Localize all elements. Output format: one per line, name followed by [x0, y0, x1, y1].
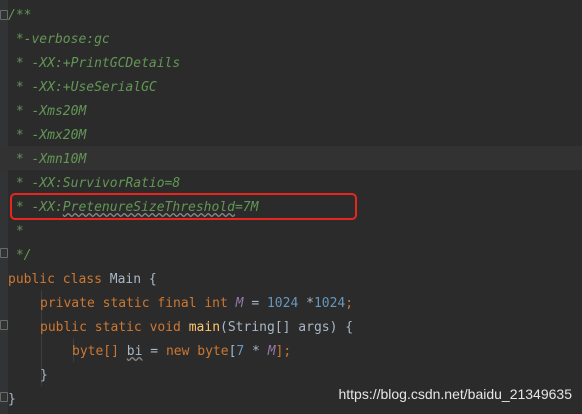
- keyword: public static void: [40, 320, 181, 335]
- code-line[interactable]: /**: [8, 4, 31, 28]
- doc-comment: * -Xmn10M: [8, 152, 87, 167]
- number: 1024: [266, 296, 299, 311]
- doc-comment: +PrintGCDetails: [62, 56, 181, 71]
- doc-comment: +UseSerialGC: [62, 80, 157, 95]
- field-name: M: [235, 296, 244, 311]
- doc-comment: /**: [8, 8, 32, 23]
- editor-gutter: [0, 0, 8, 414]
- watermark-text: https://blog.csdn.net/baidu_21349635: [338, 386, 572, 402]
- number: 7: [236, 344, 245, 359]
- operator: =: [251, 296, 260, 311]
- operator: *: [306, 296, 314, 311]
- code-line[interactable]: }: [8, 388, 16, 412]
- code-line-class-decl[interactable]: public class Main {: [8, 268, 157, 292]
- brace: }: [8, 392, 16, 407]
- keyword: class: [62, 272, 102, 287]
- keyword: new: [165, 344, 190, 359]
- fold-marker-icon[interactable]: [0, 248, 8, 258]
- doc-comment: * -XX:SurvivorRatio=8: [8, 176, 181, 191]
- code-line[interactable]: */: [8, 244, 32, 268]
- operator: =: [150, 344, 159, 359]
- number: 1024: [313, 296, 346, 311]
- red-highlight-box: [10, 193, 357, 220]
- doc-comment: * -XX:: [8, 80, 63, 95]
- keyword: byte[]: [72, 344, 119, 359]
- keyword: private static final int: [40, 296, 228, 311]
- code-line[interactable]: * -Xmn10M: [8, 148, 86, 172]
- brace: {: [148, 272, 157, 287]
- fold-marker-icon[interactable]: [0, 320, 8, 330]
- doc-comment: * -Xmx20M: [8, 128, 87, 143]
- doc-comment: *-verbose:gc: [8, 32, 110, 47]
- method-params: (String[] args) {: [220, 320, 354, 335]
- doc-comment: * -XX:: [8, 56, 63, 71]
- variable-name: bi: [126, 344, 143, 359]
- keyword: byte: [197, 344, 229, 359]
- doc-comment: *: [8, 224, 24, 239]
- code-line[interactable]: *-verbose:gc: [8, 28, 110, 52]
- doc-comment: */: [8, 248, 32, 263]
- code-line[interactable]: * -XX:+UseSerialGC: [8, 76, 157, 100]
- code-line[interactable]: * -Xmx20M: [8, 124, 86, 148]
- fold-marker-icon[interactable]: [0, 10, 8, 20]
- code-line[interactable]: * -XX:+PrintGCDetails: [8, 52, 180, 76]
- fold-marker-icon[interactable]: [0, 392, 8, 402]
- code-editor[interactable]: /** *-verbose:gc * -XX:+PrintGCDetails *…: [0, 0, 582, 414]
- doc-comment: * -Xms20M: [8, 104, 87, 119]
- brace: }: [40, 368, 48, 383]
- bracket-semicolon: ];: [275, 344, 292, 359]
- operator: *: [252, 344, 260, 359]
- method-name: main: [188, 320, 221, 335]
- code-line[interactable]: *: [8, 220, 24, 244]
- code-line-statement[interactable]: byte[] bi = new byte[7 * M];: [72, 340, 291, 364]
- code-line[interactable]: * -Xms20M: [8, 100, 86, 124]
- code-line-method[interactable]: public static void main(String[] args) {: [40, 316, 353, 340]
- keyword: public: [8, 272, 55, 287]
- code-line-field[interactable]: private static final int M = 1024 *1024;: [40, 292, 353, 316]
- current-line-highlight: [0, 146, 582, 170]
- field-name: M: [267, 344, 276, 359]
- code-line[interactable]: }: [40, 364, 48, 388]
- semicolon: ;: [345, 296, 354, 311]
- class-name: Main: [109, 272, 142, 287]
